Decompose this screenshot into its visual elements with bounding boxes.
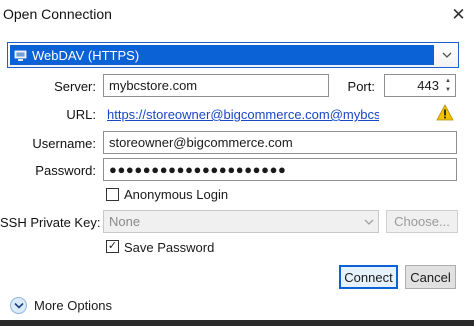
chevron-down-icon [436, 43, 458, 67]
url-label: URL: [66, 107, 96, 122]
server-label: Server: [54, 79, 96, 94]
window-bottom-edge [0, 320, 474, 326]
warning-icon[interactable] [436, 104, 454, 121]
cancel-button[interactable]: Cancel [405, 265, 456, 289]
chevron-down-icon [364, 211, 374, 232]
stepper-down-icon[interactable]: ▼ [442, 86, 454, 96]
anonymous-login-checkbox[interactable] [106, 188, 119, 201]
ssh-key-dropdown[interactable]: None [103, 210, 379, 233]
close-button[interactable]: ✕ [443, 0, 474, 30]
password-label: Password: [35, 163, 96, 178]
choose-button[interactable]: Choose... [386, 210, 458, 233]
save-password-checkbox[interactable]: ✓ [106, 240, 119, 253]
network-drive-icon [14, 49, 27, 62]
url-link[interactable]: https://storeowner@bigcommerce.com@mybcs… [107, 107, 379, 122]
protocol-selected: WebDAV (HTTPS) [10, 45, 434, 65]
protocol-dropdown[interactable]: WebDAV (HTTPS) [7, 42, 459, 68]
username-value: storeowner@bigcommerce.com [109, 135, 293, 150]
connect-button[interactable]: Connect [339, 265, 398, 289]
close-icon: ✕ [451, 5, 466, 24]
more-options-label[interactable]: More Options [34, 298, 112, 313]
port-stepper[interactable]: ▲ ▼ [442, 76, 454, 95]
protocol-label: WebDAV (HTTPS) [32, 47, 140, 63]
save-password-label[interactable]: Save Password [124, 240, 214, 255]
port-value: 443 [417, 78, 439, 93]
username-label: Username: [32, 136, 96, 151]
expand-chevron-icon[interactable] [10, 297, 27, 314]
ssh-key-label: SSH Private Key: [0, 215, 101, 230]
stepper-up-icon[interactable]: ▲ [442, 76, 454, 86]
username-input[interactable]: storeowner@bigcommerce.com [103, 131, 457, 154]
port-label: Port: [347, 79, 375, 94]
server-input[interactable]: mybcstore.com [103, 74, 329, 97]
checkmark-icon: ✓ [107, 240, 118, 252]
password-input[interactable]: ●●●●●●●●●●●●●●●●●●●●● [103, 158, 457, 181]
ssh-key-selected: None [109, 214, 141, 229]
anonymous-login-label[interactable]: Anonymous Login [124, 187, 228, 202]
port-input[interactable]: 443 ▲ ▼ [384, 74, 456, 97]
server-value: mybcstore.com [109, 78, 198, 93]
password-value: ●●●●●●●●●●●●●●●●●●●●● [109, 162, 287, 177]
window-title: Open Connection [3, 6, 112, 22]
